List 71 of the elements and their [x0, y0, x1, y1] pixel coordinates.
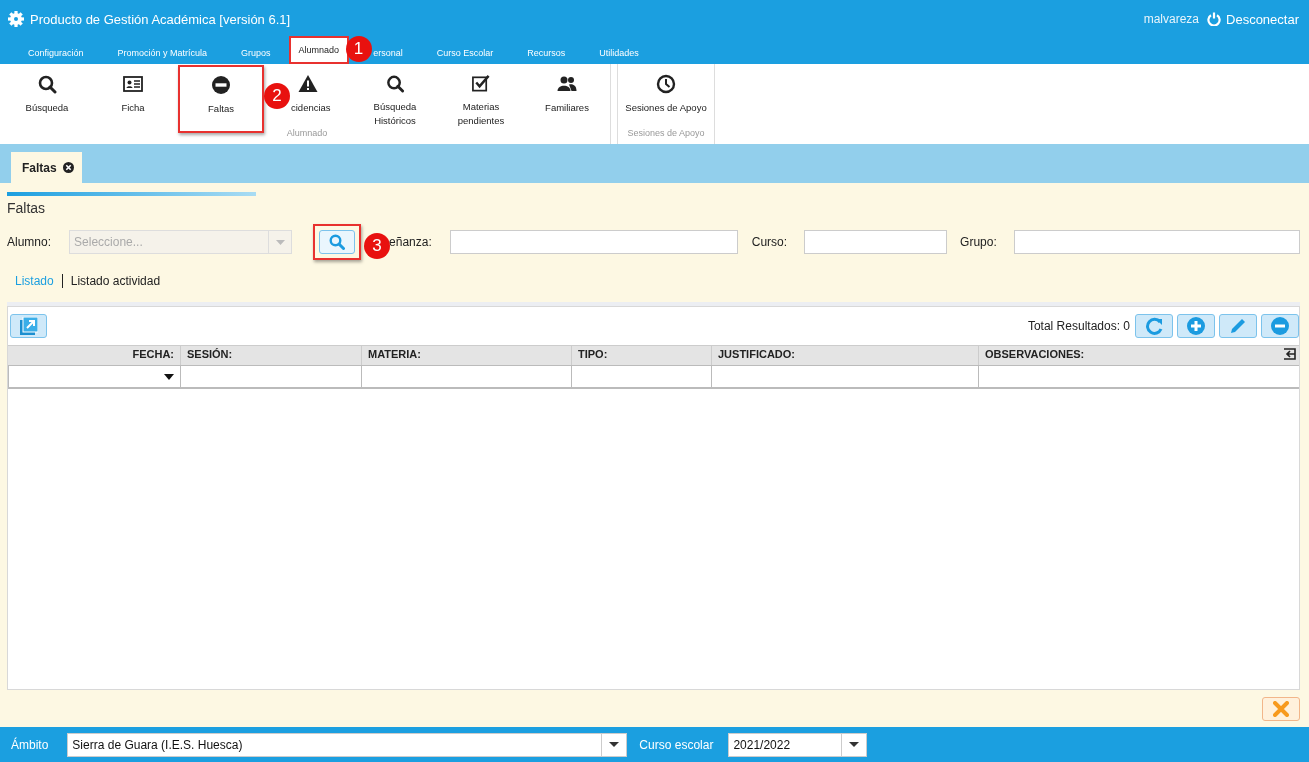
- column-header[interactable]: FECHA:: [8, 346, 180, 365]
- add-icon: [1187, 317, 1205, 335]
- menu-tab[interactable]: Alumnado: [290, 38, 348, 62]
- ribbon-button[interactable]: Familiares: [524, 64, 610, 128]
- caret-icon: [275, 239, 285, 245]
- filter-field[interactable]: [8, 365, 180, 388]
- caret-icon: [609, 742, 620, 747]
- text-field[interactable]: [1013, 230, 1300, 254]
- filter-field[interactable]: [978, 365, 1299, 388]
- minus-circle-icon: [1271, 317, 1289, 335]
- page-title: Faltas: [7, 200, 47, 216]
- text-field[interactable]: [804, 230, 948, 254]
- results-count: Total Resultados: 0: [1027, 319, 1130, 333]
- column-header[interactable]: OBSERVACIONES:: [978, 346, 1299, 365]
- ribbon-group-label: Alumnado: [285, 128, 329, 140]
- close-icon: [1273, 701, 1289, 717]
- field-label: eñanza:: [389, 235, 432, 249]
- ribbon-button[interactable]: Materias pendientes: [438, 64, 524, 128]
- ribbon-group-label: Sesiones de Apoyo: [626, 128, 706, 140]
- filter-field[interactable]: [711, 365, 978, 388]
- export-button[interactable]: [10, 314, 47, 338]
- filter-field[interactable]: [361, 365, 571, 388]
- field-label: Grupo:: [960, 235, 997, 249]
- settings-icon: [8, 11, 24, 27]
- column-header[interactable]: JUSTIFICADO:: [711, 346, 978, 365]
- refresh-button[interactable]: [1135, 314, 1173, 338]
- search-icon: [385, 74, 405, 93]
- window-title: Producto de Gestión Académica [versión 6.1]: [30, 11, 291, 27]
- field-label: Ámbito: [11, 737, 49, 752]
- edit-button[interactable]: [1219, 314, 1257, 338]
- export-icon: [19, 317, 38, 335]
- remove-button[interactable]: [1261, 314, 1299, 338]
- field-label: Alumno:: [7, 235, 52, 249]
- ribbon-button[interactable]: cidencias: [290, 64, 352, 128]
- column-header[interactable]: MATERIA:: [361, 346, 571, 365]
- dropdown[interactable]: 2021/2022: [728, 732, 868, 757]
- close-icon: [62, 162, 74, 173]
- ribbon-button[interactable]: Búsqueda Históricos: [352, 64, 438, 128]
- warning-icon: [298, 74, 318, 94]
- filter-field[interactable]: [180, 365, 361, 388]
- caret-icon: [849, 742, 860, 747]
- column-header[interactable]: SESIÓN:: [180, 346, 361, 365]
- field-label: Curso escolar: [639, 737, 714, 752]
- id-card-icon: [123, 74, 143, 94]
- filter-field[interactable]: [571, 365, 711, 388]
- column-header[interactable]: TIPO:: [571, 346, 711, 365]
- ribbon-button[interactable]: Sesiones de Apoyo: [618, 64, 714, 128]
- dropdown[interactable]: Sierra de Guara (I.E.S. Huesca): [67, 732, 628, 757]
- search-icon: [37, 74, 57, 94]
- power-icon: [1207, 12, 1221, 26]
- user-name: malvareza: [1143, 12, 1199, 26]
- add-button[interactable]: [1177, 314, 1215, 338]
- text-field[interactable]: [449, 230, 738, 254]
- exit-icon: [1283, 348, 1296, 360]
- clock-icon: [656, 74, 676, 94]
- search-button[interactable]: [319, 230, 356, 254]
- ribbon-button[interactable]: Ficha: [90, 64, 176, 128]
- ribbon-button[interactable]: Faltas: [180, 67, 262, 131]
- caret-icon: [164, 373, 174, 380]
- people-icon: [557, 74, 577, 94]
- search-icon: [329, 234, 346, 250]
- pencil-icon: [1229, 317, 1247, 335]
- ribbon-button[interactable]: Búsqueda: [4, 64, 90, 128]
- close-button[interactable]: [1262, 697, 1300, 721]
- document-tab[interactable]: Faltas: [11, 152, 82, 183]
- view-tab[interactable]: Listado actividad: [61, 274, 169, 288]
- refresh-icon: [1145, 317, 1163, 335]
- step-badge: 2: [264, 83, 290, 109]
- field-label: Curso:: [751, 235, 788, 249]
- checkbox-icon: [471, 74, 491, 93]
- minus-circle-icon: [211, 75, 231, 95]
